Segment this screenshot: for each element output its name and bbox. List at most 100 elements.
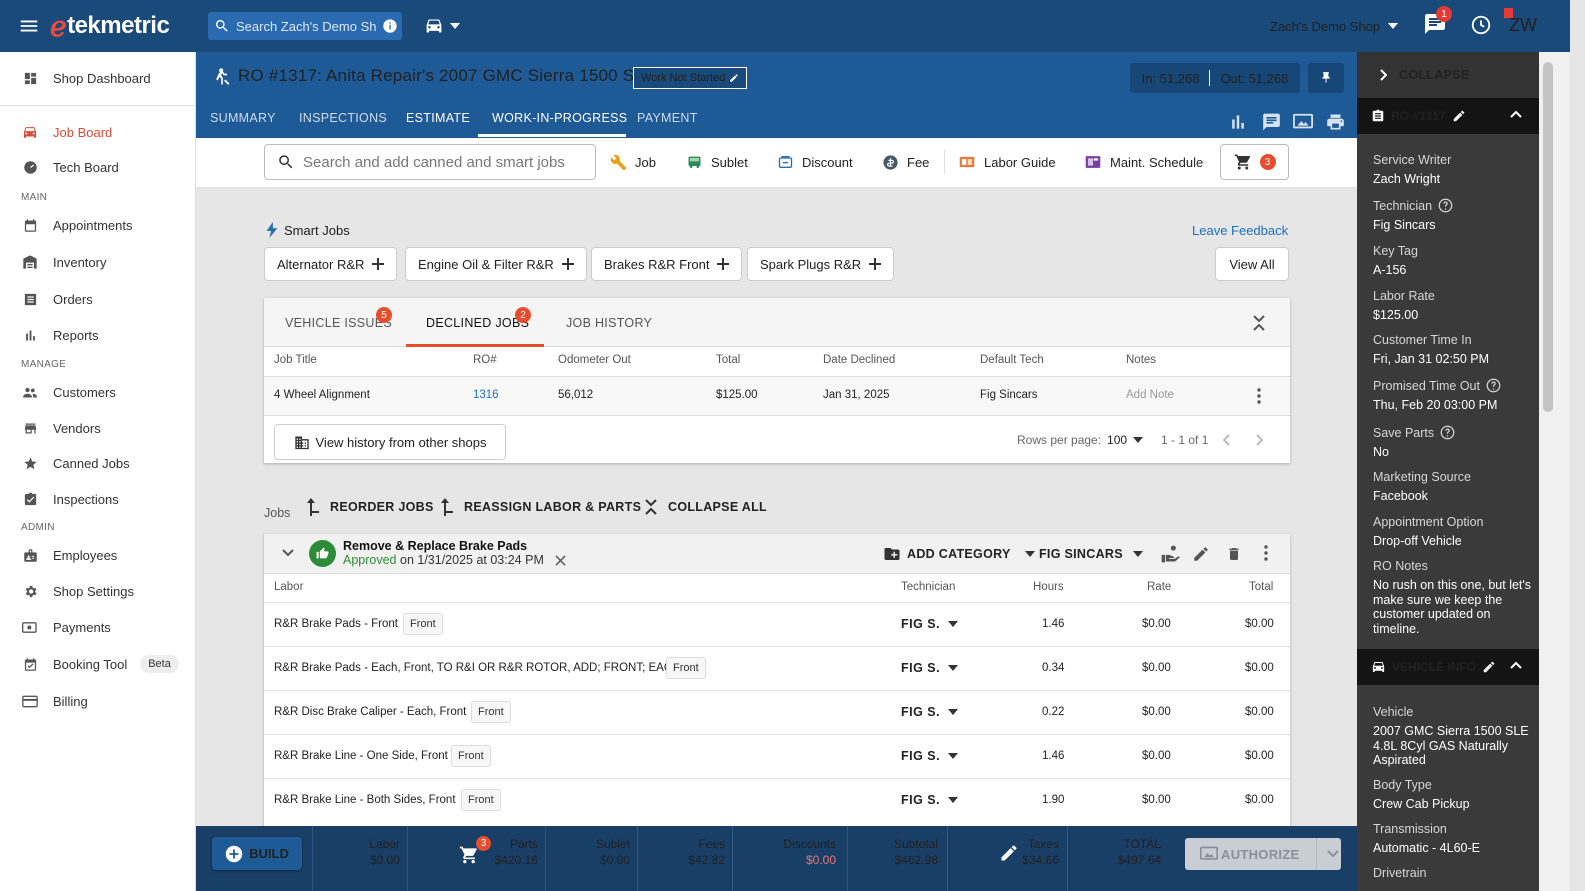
edit-icon[interactable]	[1192, 545, 1210, 563]
tab-inspections[interactable]: INSPECTIONS	[299, 111, 387, 125]
cart-button[interactable]: 3	[1220, 144, 1289, 180]
sidebar-item-billing[interactable]: Billing	[0, 686, 196, 716]
smart-job-chip[interactable]: Engine Oil & Filter R&R	[405, 247, 587, 281]
more-vert-icon[interactable]	[1263, 545, 1269, 561]
logo[interactable]: ℯ tekmetric	[50, 11, 170, 42]
job-search-input[interactable]	[303, 153, 583, 171]
labor-name[interactable]: R&R Brake Line - Both Sides, Front	[274, 794, 456, 806]
column-header[interactable]: RO#	[473, 354, 497, 366]
info-icon[interactable]	[382, 18, 398, 34]
chevron-up-icon[interactable]	[1510, 110, 1522, 118]
authorize-button[interactable]: AUTHORIZE	[1185, 838, 1341, 870]
chevron-up-icon[interactable]	[1510, 661, 1522, 669]
sidebar-item-booking-tool[interactable]: Booking Tool Beta	[0, 649, 196, 679]
job-title[interactable]: Remove & Replace Brake Pads	[343, 539, 527, 553]
tab-summary[interactable]: SUMMARY	[210, 111, 276, 125]
labor-tech-select[interactable]: FIG S.	[901, 793, 959, 807]
add-discount-button[interactable]: Discount	[777, 152, 853, 172]
global-search-input[interactable]	[236, 18, 376, 34]
scrollbar-thumb[interactable]	[1543, 62, 1553, 412]
sidebar-item-shop-settings[interactable]: Shop Settings	[0, 576, 196, 606]
close-icon[interactable]	[555, 555, 566, 566]
reassign-button[interactable]: REASSIGN LABOR & PARTS	[440, 498, 641, 516]
labor-hours[interactable]: 0.22	[1042, 706, 1064, 718]
column-header[interactable]: Date Declined	[823, 354, 895, 366]
ro-status-badge[interactable]: Work Not Started	[633, 67, 748, 89]
labor-name[interactable]: R&R Brake Line - One Side, Front	[274, 750, 448, 762]
pin-button[interactable]	[1308, 63, 1344, 93]
sidebar-item-shop-dashboard[interactable]: Shop Dashboard	[0, 63, 196, 93]
column-header[interactable]: Job Title	[274, 354, 317, 366]
labor-tech-select[interactable]: FIG S.	[901, 705, 959, 719]
tab-job-history[interactable]: JOB HISTORY	[566, 316, 652, 330]
labor-name[interactable]: R&R Disc Brake Caliper - Each, Front	[274, 706, 466, 718]
collapse-icon[interactable]	[1252, 314, 1266, 332]
add-job-button[interactable]: Job	[610, 152, 656, 172]
help-icon[interactable]	[1440, 425, 1455, 440]
sidebar-item-vendors[interactable]: Vendors	[0, 413, 196, 443]
column-header[interactable]: Notes	[1126, 354, 1156, 366]
shop-selector[interactable]: Zach's Demo Shop	[1270, 16, 1399, 36]
add-note-link[interactable]: Add Note	[1126, 389, 1174, 401]
chevron-left-icon[interactable]	[1223, 434, 1231, 446]
sidebar-item-inventory[interactable]: Inventory	[0, 247, 196, 277]
labor-hours[interactable]: 0.34	[1042, 662, 1064, 674]
ro-link[interactable]: 1316	[473, 389, 499, 401]
tab-declined-jobs[interactable]: DECLINED JOBS	[426, 316, 529, 330]
labor-hours[interactable]: 1.90	[1042, 794, 1064, 806]
build-button[interactable]: BUILD	[212, 837, 302, 870]
smart-job-chip[interactable]: Alternator R&R	[264, 247, 398, 281]
job-search[interactable]	[264, 144, 596, 180]
tab-payment[interactable]: PAYMENT	[637, 111, 698, 125]
view-all-button[interactable]: View All	[1215, 247, 1289, 281]
labor-guide-button[interactable]: Labor Guide	[958, 152, 1056, 172]
edit-icon[interactable]	[1452, 109, 1466, 123]
sidebar-item-payments[interactable]: Payments	[0, 612, 196, 642]
sidebar-item-orders[interactable]: Orders	[0, 284, 196, 314]
smart-job-chip[interactable]: Spark Plugs R&R	[747, 247, 895, 281]
help-icon[interactable]	[1438, 198, 1453, 213]
labor-hours[interactable]: 1.46	[1042, 750, 1064, 762]
column-header[interactable]: Odometer Out	[558, 354, 631, 366]
rows-per-page[interactable]: Rows per page: 100	[1017, 433, 1144, 447]
sidebar-item-job-board[interactable]: Job Board	[0, 117, 196, 147]
print-icon[interactable]	[1325, 112, 1346, 132]
smart-job-chip[interactable]: Brakes R&R Front	[591, 247, 743, 281]
tab-estimate[interactable]: ESTIMATE	[406, 111, 470, 125]
labor-name[interactable]: R&R Brake Pads - Front	[274, 618, 398, 630]
view-history-button[interactable]: View history from other shops	[274, 424, 506, 460]
maint-schedule-button[interactable]: Maint. Schedule	[1084, 152, 1203, 172]
more-vert-icon[interactable]	[1256, 388, 1262, 404]
vehicle-section-header[interactable]: VEHICLE INFO	[1357, 649, 1539, 685]
labor-hours[interactable]: 1.46	[1042, 618, 1064, 630]
sidebar-item-canned-jobs[interactable]: Canned Jobs	[0, 448, 196, 478]
tab-work-in-progress[interactable]: WORK-IN-PROGRESS	[492, 111, 627, 125]
help-icon[interactable]	[1486, 378, 1501, 393]
vehicle-menu-button[interactable]	[424, 14, 468, 38]
labor-tech-select[interactable]: FIG S.	[901, 661, 959, 675]
collapse-panel-button[interactable]: COLLAPSE	[1357, 52, 1539, 98]
labor-tech-select[interactable]: FIG S.	[901, 749, 959, 763]
reorder-jobs-button[interactable]: REORDER JOBS	[306, 498, 434, 516]
global-search[interactable]	[208, 12, 402, 40]
avatar[interactable]: ZW	[1508, 12, 1538, 38]
add-sublet-button[interactable]: Sublet	[686, 152, 748, 172]
bar-chart-icon[interactable]	[1228, 112, 1248, 132]
sidebar-item-reports[interactable]: Reports	[0, 320, 196, 350]
message-icon[interactable]	[1261, 112, 1282, 132]
hand-coin-icon[interactable]	[1160, 544, 1180, 564]
sidebar-item-customers[interactable]: Customers	[0, 377, 196, 407]
edit-icon[interactable]	[1482, 660, 1496, 674]
sidebar-item-inspections[interactable]: Inspections	[0, 484, 196, 514]
thumbs-up-icon[interactable]	[309, 540, 336, 567]
technician-select[interactable]: FIG SINCARS	[1039, 545, 1143, 563]
sidebar-item-employees[interactable]: Employees	[0, 540, 196, 570]
add-category-button[interactable]: ADD CATEGORY	[883, 545, 1035, 563]
column-header[interactable]: Total	[716, 354, 740, 366]
sidebar-item-tech-board[interactable]: Tech Board	[0, 152, 196, 182]
trash-icon[interactable]	[1226, 545, 1242, 563]
labor-name[interactable]: R&R Brake Pads - Each, Front, TO R&I OR …	[274, 662, 680, 674]
leave-feedback-link[interactable]: Leave Feedback	[1192, 223, 1288, 238]
clock-icon[interactable]	[1470, 14, 1492, 36]
odometer[interactable]: In: 51,268 Out: 51,268	[1130, 63, 1300, 93]
